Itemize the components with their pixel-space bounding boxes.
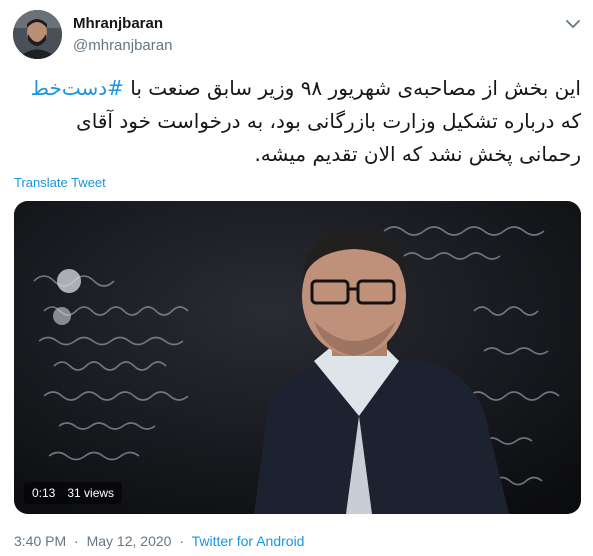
avatar[interactable]: [13, 10, 62, 59]
video-stats-badge: 0:13 31 views: [24, 482, 123, 504]
video-player[interactable]: 0:13 31 views: [14, 201, 581, 514]
tweet-meta: 3:40 PM · May 12, 2020 · Twitter for And…: [14, 533, 304, 549]
video-duration: 0:13: [32, 486, 56, 500]
tweet-source-link[interactable]: Twitter for Android: [192, 533, 305, 549]
video-views: 31 views: [67, 486, 115, 500]
meta-separator: ·: [74, 533, 79, 549]
display-name[interactable]: Mhranjbaran: [73, 15, 163, 32]
tweet-text-part-2: که درباره تشکیل وزارت بازرگانی بود، به د…: [76, 109, 581, 166]
tweet-card: Mhranjbaran @mhranjbaran این بخش از مصاح…: [0, 0, 593, 556]
tweet-menu-button[interactable]: [562, 13, 584, 35]
chevron-down-icon: [566, 19, 580, 28]
profile-photo-icon: [13, 10, 62, 59]
user-handle[interactable]: @mhranjbaran: [73, 37, 172, 54]
tweet-date[interactable]: May 12, 2020: [87, 533, 172, 549]
tweet-time[interactable]: 3:40 PM: [14, 533, 66, 549]
translate-tweet-link[interactable]: Translate Tweet: [14, 175, 106, 190]
meta-separator: ·: [179, 533, 184, 549]
tweet-text: این بخش از مصاحبه‌ی شهریور ۹۸ وزیر سابق …: [14, 72, 581, 171]
tweet-text-part-1: این بخش از مصاحبه‌ی شهریور ۹۸ وزیر سابق …: [123, 76, 581, 100]
hashtag-link[interactable]: #دست‌خط: [30, 76, 123, 100]
video-frame-image: [14, 201, 581, 514]
